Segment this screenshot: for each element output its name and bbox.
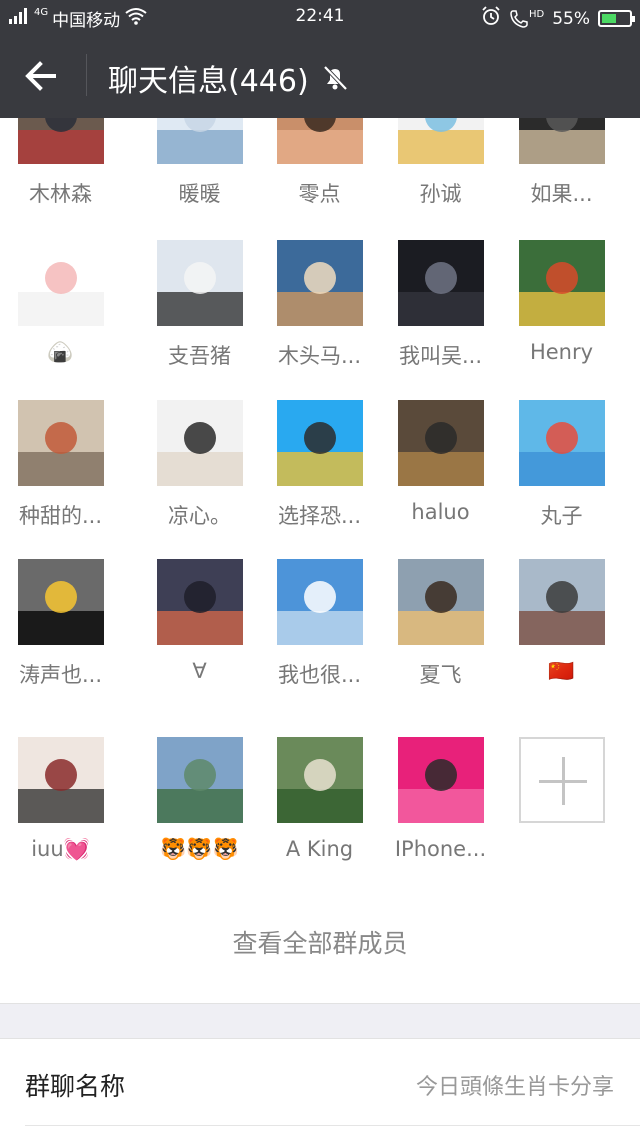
member-avatar[interactable] xyxy=(276,737,363,823)
member-name: 零点 xyxy=(298,182,341,206)
member-item[interactable]: iuu💓 xyxy=(0,737,121,862)
member-name: 暖暖 xyxy=(178,182,221,206)
member-name: 凉心。 xyxy=(168,504,231,528)
member-avatar[interactable] xyxy=(276,240,363,326)
status-right: HD 55% xyxy=(481,6,635,31)
battery-fill xyxy=(602,14,617,23)
member-avatar[interactable] xyxy=(397,118,484,164)
member-name: 涛声也... xyxy=(18,663,103,687)
page-title-wrap: 聊天信息(446) xyxy=(108,56,349,100)
member-avatar[interactable] xyxy=(518,118,605,164)
member-item[interactable]: 我叫吴... xyxy=(380,240,501,370)
battery-icon xyxy=(598,10,635,27)
member-name: 夏飞 xyxy=(419,663,462,687)
row-divider xyxy=(25,1125,640,1126)
member-item[interactable]: IPhone... xyxy=(380,737,501,861)
member-item[interactable]: 种甜的... xyxy=(0,400,121,530)
member-item[interactable]: 如果... xyxy=(501,118,622,208)
member-name: 木林森 xyxy=(29,182,92,206)
member-item[interactable]: 木林森 xyxy=(0,118,121,208)
status-bar: 4G 中国移动 22:41 HD 55% xyxy=(0,0,640,32)
hd-label: HD xyxy=(528,8,545,20)
member-item[interactable]: 🇨🇳 xyxy=(501,559,622,684)
member-avatar[interactable] xyxy=(518,240,605,326)
add-member-item[interactable] xyxy=(501,737,622,823)
member-item[interactable]: 夏飞 xyxy=(380,559,501,689)
member-avatar[interactable] xyxy=(518,559,605,645)
member-grid: 木林森 暖暖 零点 孙诚 如果... 🍙 支吾猪 木头马... 我叫吴... Henry 种甜的..… xyxy=(0,118,640,1003)
member-avatar[interactable] xyxy=(156,559,243,645)
member-item[interactable]: 🍙 xyxy=(0,240,121,365)
member-avatar[interactable] xyxy=(397,240,484,326)
group-name-label: 群聊名称 xyxy=(25,1072,126,1101)
member-avatar[interactable] xyxy=(397,737,484,823)
member-avatar[interactable] xyxy=(17,737,104,823)
member-item[interactable]: ∀ xyxy=(139,559,260,683)
member-avatar[interactable] xyxy=(156,240,243,326)
member-item[interactable]: 🐯🐯🐯 xyxy=(139,737,260,862)
member-avatar[interactable] xyxy=(518,400,605,486)
header: 聊天信息(446) xyxy=(0,32,640,118)
member-avatar[interactable] xyxy=(17,240,104,326)
alarm-icon xyxy=(481,6,501,31)
member-item[interactable]: 暖暖 xyxy=(139,118,260,208)
member-avatar[interactable] xyxy=(156,737,243,823)
back-button[interactable] xyxy=(20,52,68,100)
page-title: 聊天信息(446) xyxy=(108,64,309,99)
member-item[interactable]: 我也很... xyxy=(259,559,380,689)
member-item[interactable]: 涛声也... xyxy=(0,559,121,689)
member-item[interactable]: 孙诚 xyxy=(380,118,501,208)
arrow-left-icon xyxy=(25,61,56,91)
add-member-button[interactable] xyxy=(518,737,605,823)
member-name: 🐯🐯🐯 xyxy=(160,837,239,861)
member-avatar[interactable] xyxy=(17,400,104,486)
member-item[interactable]: Henry xyxy=(501,240,622,364)
battery-percent: 55% xyxy=(552,8,590,29)
member-name: 🇨🇳 xyxy=(548,659,575,683)
member-item[interactable]: 丸子 xyxy=(501,400,622,530)
member-avatar[interactable] xyxy=(156,118,243,164)
member-item[interactable]: 支吾猪 xyxy=(139,240,260,370)
member-avatar[interactable] xyxy=(397,559,484,645)
member-item[interactable]: 凉心。 xyxy=(139,400,260,530)
member-item[interactable]: haluo xyxy=(380,400,501,524)
member-name: 种甜的... xyxy=(18,504,103,528)
hd-call-icon: HD xyxy=(509,9,544,29)
bell-muted-icon xyxy=(323,65,348,91)
member-avatar[interactable] xyxy=(17,118,104,164)
member-name: 选择恐... xyxy=(277,504,362,528)
member-name: A King xyxy=(285,837,354,861)
member-avatar[interactable] xyxy=(17,559,104,645)
member-name: haluo xyxy=(411,500,470,524)
member-item[interactable]: 零点 xyxy=(259,118,380,208)
member-name: 🍙 xyxy=(47,340,74,364)
member-name: 我叫吴... xyxy=(398,344,483,368)
member-name: 支吾猪 xyxy=(168,344,231,368)
group-name-row[interactable]: 群聊名称 今日頭條生肖卡分享 xyxy=(0,1039,640,1138)
member-name: iuu💓 xyxy=(31,837,90,861)
member-name: 木头马... xyxy=(277,344,362,368)
member-avatar[interactable] xyxy=(276,118,363,164)
member-item[interactable]: 木头马... xyxy=(259,240,380,370)
member-avatar[interactable] xyxy=(156,400,243,486)
member-avatar[interactable] xyxy=(397,400,484,486)
member-name: Henry xyxy=(529,340,594,364)
group-name-value: 今日頭條生肖卡分享 xyxy=(415,1075,614,1100)
member-name: 我也很... xyxy=(277,663,362,687)
member-name: ∀ xyxy=(192,659,207,683)
header-divider xyxy=(86,54,87,96)
member-item[interactable]: 选择恐... xyxy=(259,400,380,530)
member-item[interactable]: A King xyxy=(259,737,380,861)
member-name: IPhone... xyxy=(394,837,487,861)
member-avatar[interactable] xyxy=(276,400,363,486)
member-name: 如果... xyxy=(530,182,593,206)
section-gap xyxy=(0,1003,640,1039)
view-all-members-link[interactable]: 查看全部群成员 xyxy=(0,924,640,960)
member-name: 丸子 xyxy=(540,504,583,528)
member-name: 孙诚 xyxy=(419,182,462,206)
member-avatar[interactable] xyxy=(276,559,363,645)
